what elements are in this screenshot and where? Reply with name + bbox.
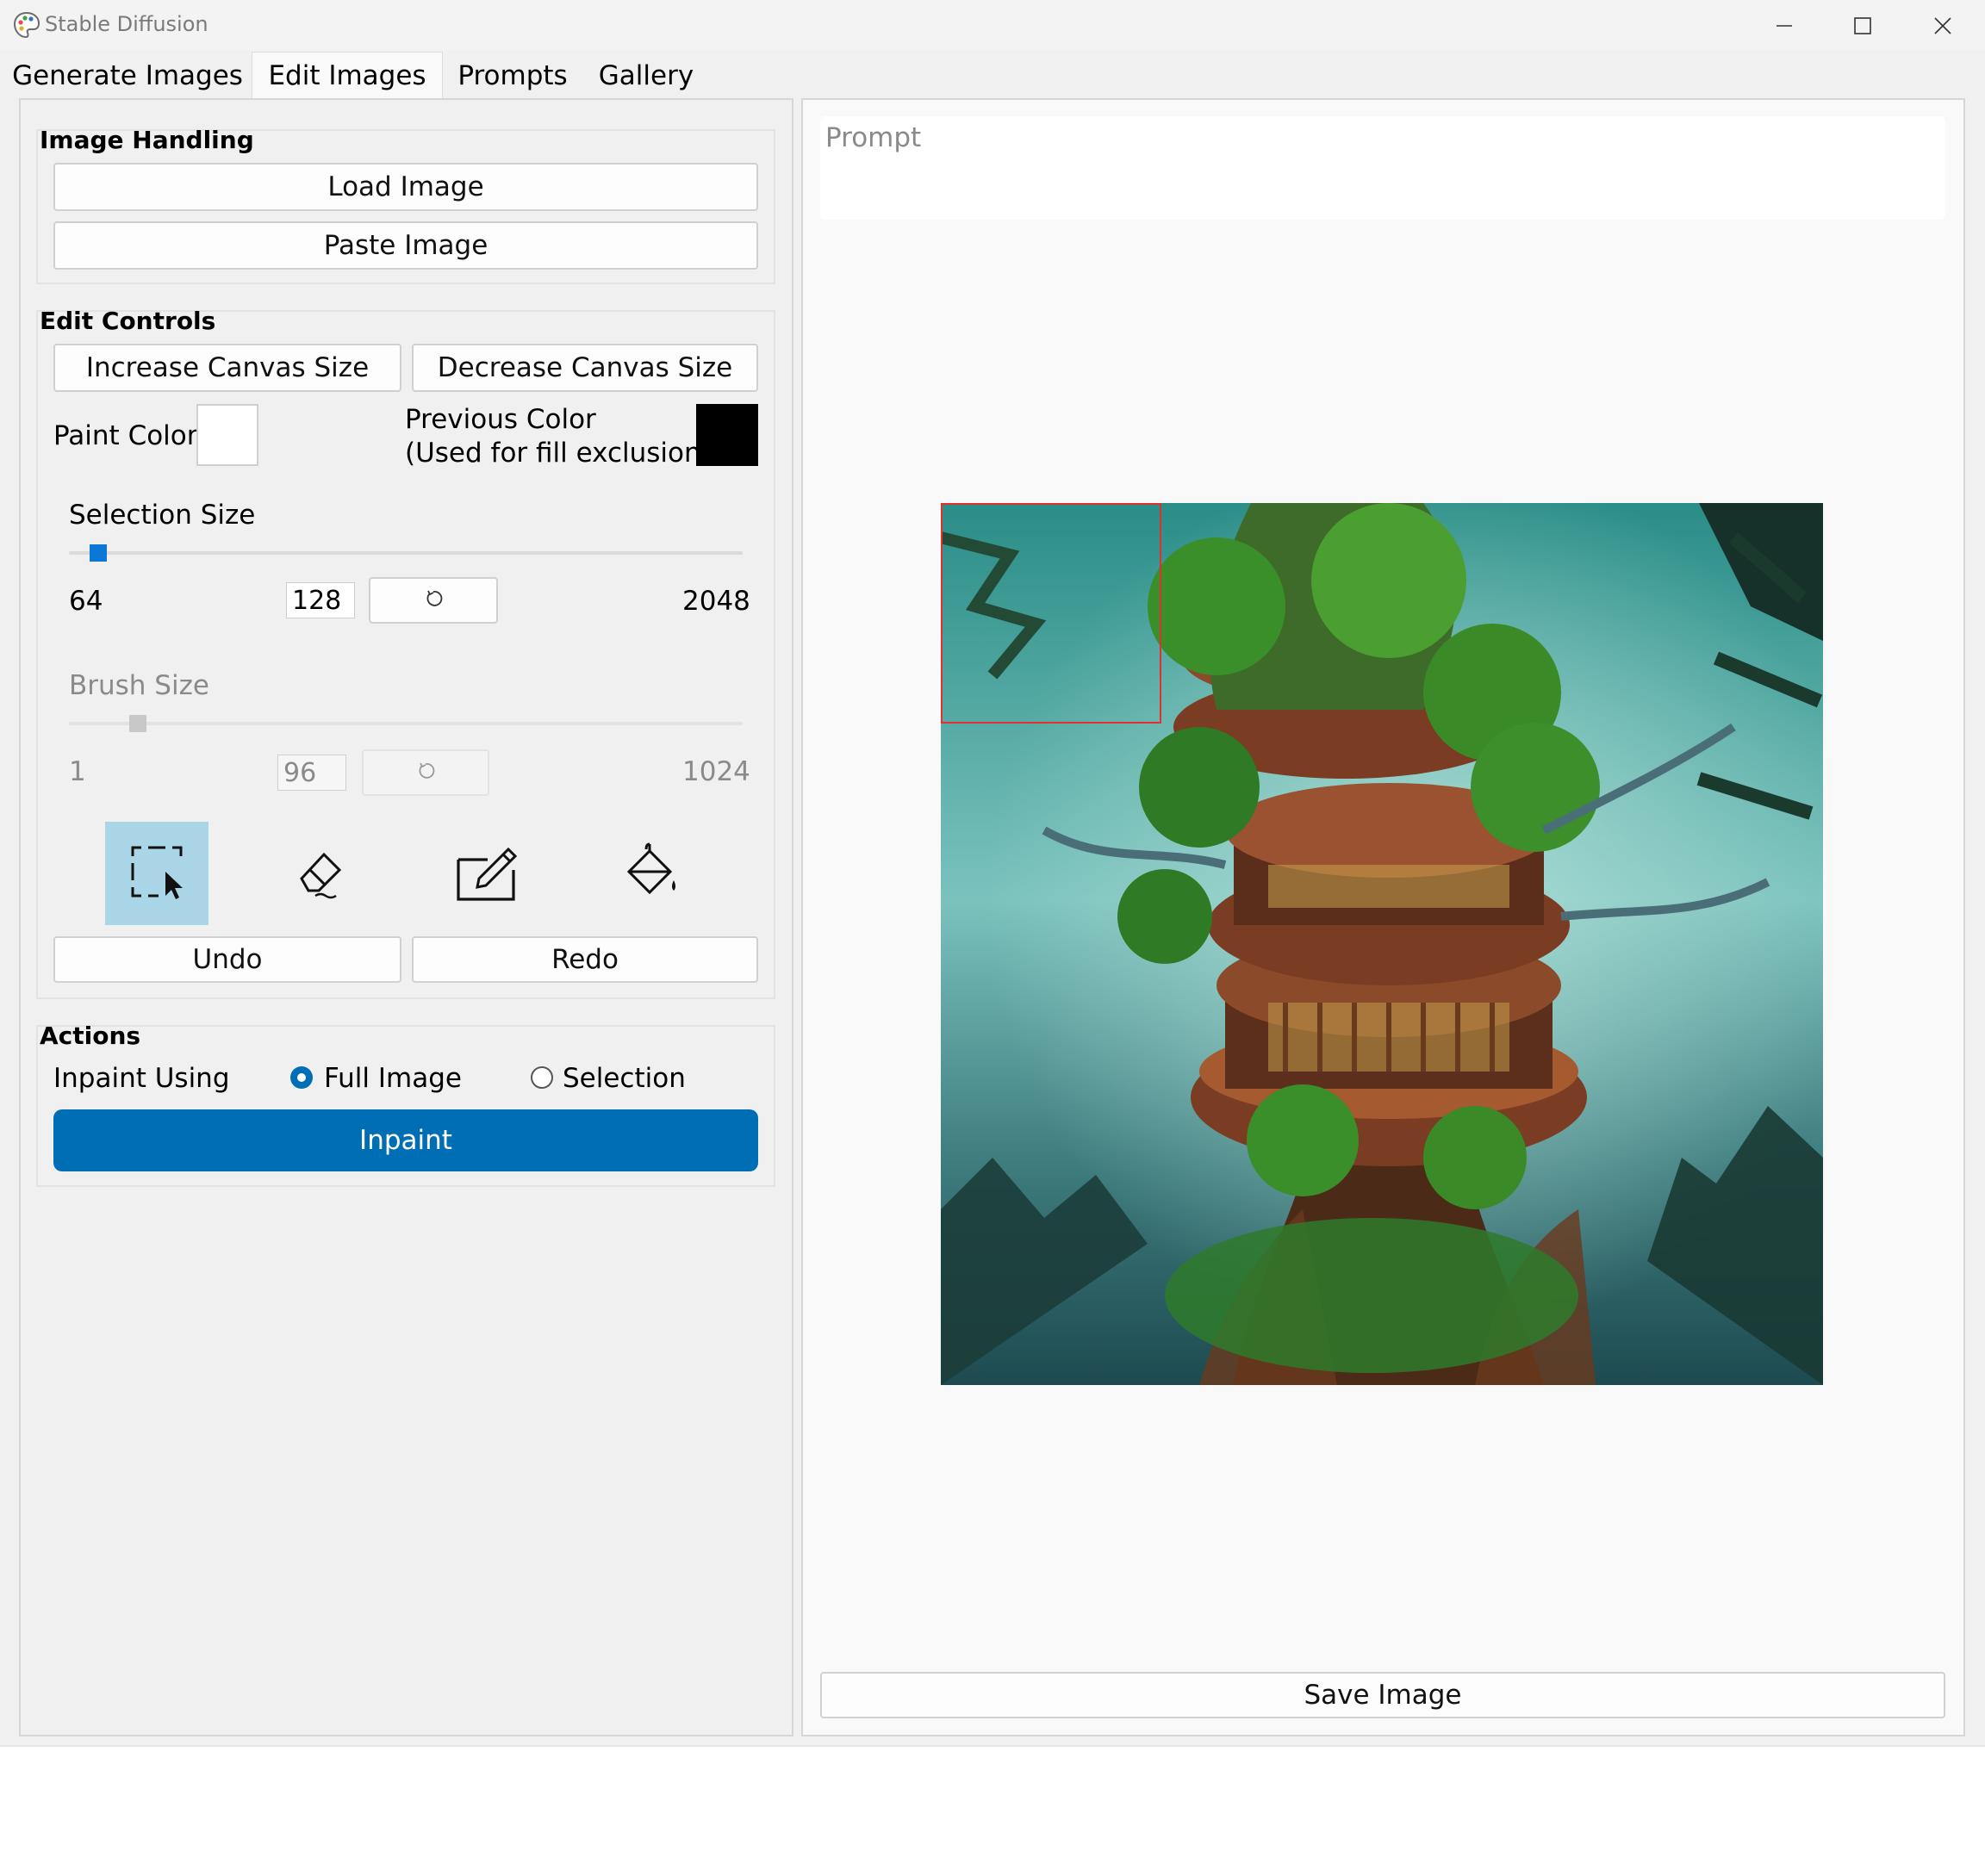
tab-generate-images[interactable]: Generate Images xyxy=(10,53,245,98)
palette-icon xyxy=(12,10,41,40)
selection-size-handle[interactable] xyxy=(90,544,107,562)
full-image-radio[interactable] xyxy=(290,1066,313,1089)
brush-size-label: Brush Size xyxy=(69,670,209,701)
paint-color-swatch[interactable] xyxy=(196,404,258,466)
pencil-icon xyxy=(453,839,519,908)
previous-color-swatch[interactable] xyxy=(696,404,758,466)
brush-size-max: 1024 xyxy=(682,756,750,787)
edit-controls-title: Edit Controls xyxy=(40,307,216,335)
selection-cursor-icon xyxy=(126,841,188,906)
fill-tool-button[interactable] xyxy=(600,822,703,925)
brush-size-reset-button xyxy=(362,749,489,796)
image-handling-title: Image Handling xyxy=(40,126,254,154)
paste-image-button[interactable]: Paste Image xyxy=(53,221,758,270)
selection-size-label: Selection Size xyxy=(69,500,256,531)
prompt-input[interactable] xyxy=(820,116,1945,220)
tab-edit-images[interactable]: Edit Images xyxy=(252,52,443,98)
pencil-tool-button[interactable] xyxy=(434,822,538,925)
prompt-placeholder[interactable]: Prompt xyxy=(825,122,921,153)
previous-color-label: Previous Color xyxy=(405,404,596,435)
minimize-icon[interactable] xyxy=(1754,7,1814,45)
selection-size-reset-button[interactable] xyxy=(369,577,498,624)
maximize-icon[interactable] xyxy=(1833,7,1893,45)
load-image-button[interactable]: Load Image xyxy=(53,163,758,211)
status-area xyxy=(0,1745,1985,1876)
brush-size-min: 1 xyxy=(69,756,86,787)
save-image-button[interactable]: Save Image xyxy=(820,1672,1945,1718)
paint-bucket-icon xyxy=(620,841,682,906)
undo-button[interactable]: Undo xyxy=(53,936,401,983)
full-image-radio-label[interactable]: Full Image xyxy=(324,1063,462,1094)
eraser-tool-button[interactable] xyxy=(269,822,372,925)
selection-rectangle[interactable] xyxy=(941,503,1161,724)
eraser-icon xyxy=(289,841,352,906)
inpaint-using-label: Inpaint Using xyxy=(53,1063,230,1094)
close-icon[interactable] xyxy=(1913,7,1973,45)
decrease-canvas-size-button[interactable]: Decrease Canvas Size xyxy=(412,344,758,392)
tab-prompts[interactable]: Prompts xyxy=(448,53,577,98)
selection-radio[interactable] xyxy=(531,1066,553,1089)
selection-size-track[interactable] xyxy=(69,551,743,555)
tab-gallery[interactable]: Gallery xyxy=(586,53,706,98)
brush-size-handle xyxy=(129,715,146,732)
paint-color-label: Paint Color xyxy=(53,420,198,451)
window-title: Stable Diffusion xyxy=(45,12,208,36)
selection-tool-button[interactable] xyxy=(105,822,208,925)
inpaint-button[interactable]: Inpaint xyxy=(53,1109,758,1171)
selection-size-min: 64 xyxy=(69,586,103,617)
brush-size-value-input: 96 xyxy=(277,755,346,791)
selection-size-value-input[interactable]: 128 xyxy=(286,582,355,618)
actions-title: Actions xyxy=(40,1022,141,1050)
title-bar xyxy=(0,0,1985,50)
reset-icon xyxy=(423,585,444,616)
reset-icon xyxy=(415,757,436,788)
selection-radio-label[interactable]: Selection xyxy=(563,1063,686,1094)
brush-size-track xyxy=(69,722,743,725)
redo-button[interactable]: Redo xyxy=(412,936,758,983)
selection-size-max: 2048 xyxy=(682,586,750,617)
previous-color-sublabel: (Used for fill exclusion) xyxy=(405,438,712,469)
increase-canvas-size-button[interactable]: Increase Canvas Size xyxy=(53,344,401,392)
image-canvas[interactable] xyxy=(941,503,1823,1385)
